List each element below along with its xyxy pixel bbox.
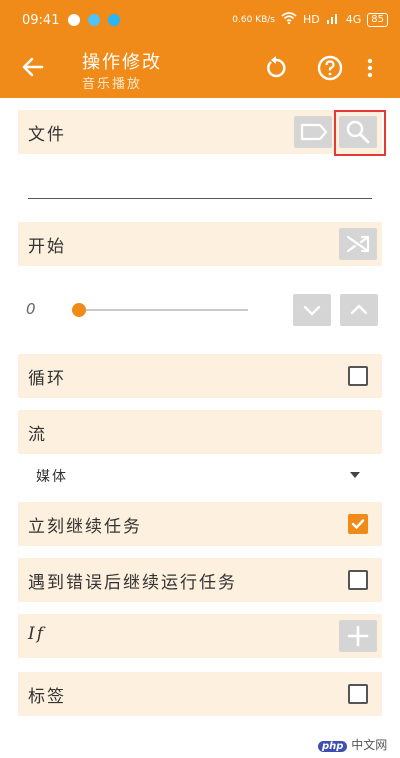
signal-icon bbox=[326, 12, 340, 27]
plus-icon[interactable] bbox=[339, 620, 377, 652]
status-indicators: 0.60 KB/s HD 4G 85 bbox=[232, 12, 388, 27]
network-speed: 0.60 KB/s bbox=[232, 14, 275, 25]
more-vertical-icon[interactable] bbox=[362, 54, 378, 82]
help-circle-icon[interactable] bbox=[316, 54, 344, 82]
loop-label: 循环 bbox=[28, 369, 66, 389]
tag-checkbox[interactable] bbox=[348, 684, 368, 704]
toolbar: 操作修改 音乐播放 bbox=[0, 40, 400, 98]
hd-badge: HD bbox=[302, 13, 320, 26]
status-time: 09:41 bbox=[22, 13, 60, 28]
label-icon[interactable] bbox=[294, 116, 332, 148]
start-label: 开始 bbox=[28, 237, 66, 257]
chevron-down-icon[interactable] bbox=[293, 294, 331, 326]
translate-icon bbox=[108, 14, 120, 26]
continue-label: 立刻继续任务 bbox=[28, 517, 142, 537]
file-label: 文件 bbox=[28, 125, 66, 145]
continue-on-error-row[interactable]: 遇到错误后继续运行任务 bbox=[18, 558, 382, 602]
app-icon bbox=[88, 14, 100, 26]
arrow-left-icon[interactable] bbox=[20, 54, 46, 80]
shuffle-icon[interactable] bbox=[339, 228, 377, 260]
loop-checkbox[interactable] bbox=[348, 366, 368, 386]
continue-on-error-checkbox[interactable] bbox=[348, 570, 368, 590]
notification-icon bbox=[68, 14, 80, 26]
watermark-text: 中文网 bbox=[351, 738, 388, 752]
continue-checkbox[interactable] bbox=[348, 514, 368, 534]
slider-thumb[interactable] bbox=[72, 303, 86, 317]
file-row: 文件 bbox=[18, 110, 382, 154]
chevron-up-icon[interactable] bbox=[340, 294, 378, 326]
wifi-icon bbox=[281, 12, 297, 27]
continue-row[interactable]: 立刻继续任务 bbox=[18, 502, 382, 546]
continue-on-error-label: 遇到错误后继续运行任务 bbox=[28, 573, 237, 593]
watermark-badge: php bbox=[318, 741, 348, 752]
loop-row[interactable]: 循环 bbox=[18, 354, 382, 398]
watermark-logo: php 中文网 bbox=[318, 736, 387, 753]
stream-row: 流 bbox=[18, 410, 382, 454]
page-subtitle: 音乐播放 bbox=[82, 77, 143, 92]
battery-icon: 85 bbox=[367, 12, 388, 27]
start-row: 开始 bbox=[18, 222, 382, 266]
if-row: If bbox=[18, 614, 382, 658]
slider-track[interactable] bbox=[78, 309, 248, 311]
file-path-input[interactable] bbox=[28, 198, 372, 199]
stream-label: 流 bbox=[28, 425, 47, 445]
page-title: 操作修改 bbox=[82, 52, 162, 73]
if-label: If bbox=[28, 624, 46, 644]
stream-select[interactable]: 媒体 bbox=[36, 466, 68, 486]
slider-value: 0 bbox=[26, 300, 36, 318]
dropdown-arrow-icon[interactable] bbox=[350, 472, 360, 478]
signal-type: 4G bbox=[345, 13, 362, 26]
status-bar: 09:41 0.60 KB/s HD 4G 85 bbox=[0, 0, 400, 40]
search-highlight-box bbox=[334, 110, 386, 156]
reset-icon[interactable] bbox=[262, 54, 290, 82]
tag-row[interactable]: 标签 bbox=[18, 672, 382, 716]
tag-label: 标签 bbox=[28, 687, 66, 707]
